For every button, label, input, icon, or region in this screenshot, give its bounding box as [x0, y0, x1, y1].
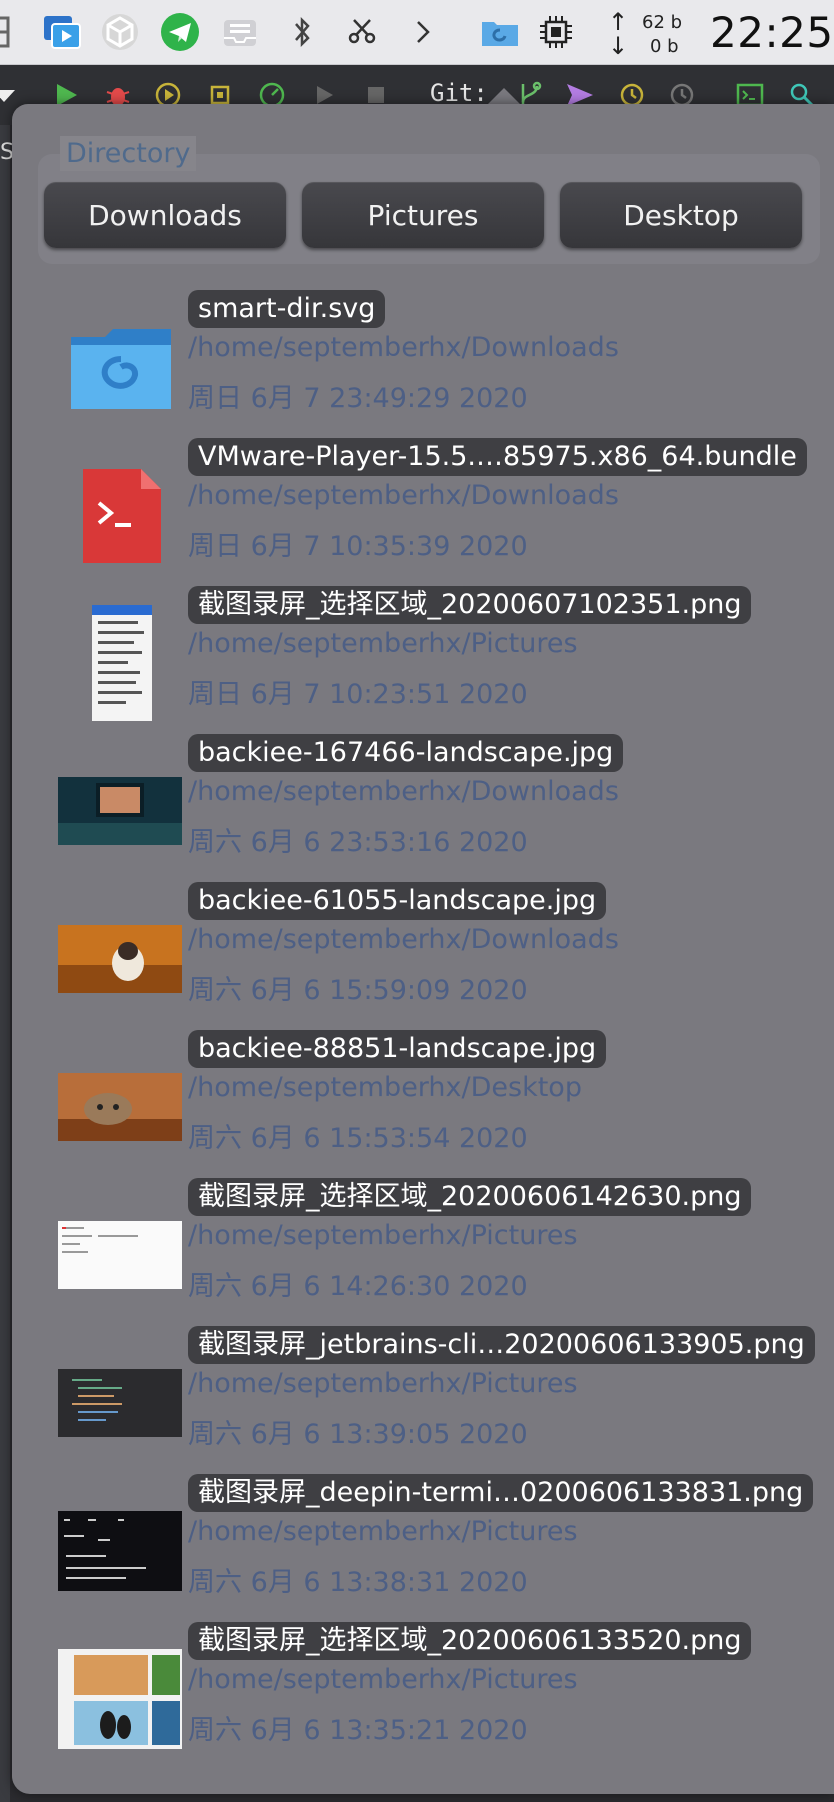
- cube-icon[interactable]: [100, 12, 140, 52]
- grid-icon[interactable]: [0, 12, 16, 52]
- photo-grid-thumb: [56, 1644, 184, 1754]
- file-item[interactable]: 截图录屏_选择区域_20200606142630.png /home/septe…: [12, 1178, 834, 1326]
- upload-rate: 62 b: [642, 12, 683, 33]
- file-date: 周六 6月 6 13:39:05 2020: [188, 1419, 528, 1450]
- file-date: 周日 6月 7 10:23:51 2020: [188, 679, 528, 710]
- file-item[interactable]: 截图录屏_jetbrains-cli…20200606133905.png /h…: [12, 1326, 834, 1474]
- file-date: 周六 6月 6 13:35:21 2020: [188, 1715, 528, 1746]
- popup-arrow: [488, 88, 520, 104]
- ide-thumb: [56, 1348, 184, 1458]
- file-date: 周六 6月 6 15:59:09 2020: [188, 975, 528, 1006]
- file-path: /home/septemberhx/Pictures: [188, 1664, 578, 1695]
- file-name: backiee-61055-landscape.jpg: [188, 882, 607, 920]
- file-name: backiee-88851-landscape.jpg: [188, 1030, 607, 1068]
- file-name: 截图录屏_选择区域_20200606142630.png: [188, 1178, 752, 1216]
- file-name: 截图录屏_选择区域_20200606133520.png: [188, 1622, 752, 1660]
- screen-recorder-icon[interactable]: [42, 12, 82, 52]
- landscape-thumb: [56, 756, 184, 866]
- screenshot-thumb: [58, 605, 186, 721]
- top-panel: ↑ 62 b ↓ 0 b 22:25: [0, 0, 834, 65]
- telegram-icon[interactable]: [160, 12, 200, 52]
- smart-dir-icon[interactable]: [480, 12, 520, 52]
- file-path: /home/septemberhx/Pictures: [188, 628, 578, 659]
- file-item[interactable]: smart-dir.svg /home/septemberhx/Download…: [12, 290, 834, 438]
- file-path: /home/septemberhx/Downloads: [188, 480, 619, 511]
- download-rate: 0 b: [650, 36, 679, 57]
- clock[interactable]: 22:25: [710, 8, 834, 57]
- scissors-icon[interactable]: [342, 12, 382, 52]
- editor-left-strip: [0, 125, 10, 1802]
- file-path: /home/septemberhx/Desktop: [188, 1072, 582, 1103]
- file-name: VMware-Player-15.5.…85975.x86_64.bundle: [188, 438, 807, 476]
- file-path: /home/septemberhx/Pictures: [188, 1220, 578, 1251]
- file-item[interactable]: backiee-61055-landscape.jpg /home/septem…: [12, 882, 834, 1030]
- file-date: 周六 6月 6 23:53:16 2020: [188, 827, 528, 858]
- inbox-icon[interactable]: [220, 12, 260, 52]
- download-arrow-icon: ↓: [608, 32, 629, 60]
- file-path: /home/septemberhx/Downloads: [188, 776, 619, 807]
- file-name: backiee-167466-landscape.jpg: [188, 734, 624, 772]
- smart-dir-popup: Directory Downloads Pictures Desktop sma…: [12, 104, 834, 1794]
- file-path: /home/septemberhx/Pictures: [188, 1516, 578, 1547]
- downloads-button[interactable]: Downloads: [44, 182, 286, 248]
- bluetooth-icon[interactable]: [282, 12, 322, 52]
- file-path: /home/septemberhx/Pictures: [188, 1368, 578, 1399]
- file-item[interactable]: VMware-Player-15.5.…85975.x86_64.bundle …: [12, 438, 834, 586]
- cat-autumn-thumb: [56, 904, 184, 1014]
- file-date: 周日 6月 7 23:49:29 2020: [188, 383, 528, 414]
- folder-icon: [58, 312, 186, 422]
- file-date: 周六 6月 6 15:53:54 2020: [188, 1123, 528, 1154]
- terminal-file-icon: [58, 460, 186, 570]
- document-thumb: [56, 1200, 184, 1310]
- file-item[interactable]: backiee-88851-landscape.jpg /home/septem…: [12, 1030, 834, 1178]
- file-path: /home/septemberhx/Downloads: [188, 924, 619, 955]
- pictures-button[interactable]: Pictures: [302, 182, 544, 248]
- network-speed[interactable]: ↑ 62 b ↓ 0 b: [606, 6, 686, 60]
- directory-title: Directory: [60, 136, 197, 171]
- file-item[interactable]: backiee-167466-landscape.jpg /home/septe…: [12, 734, 834, 882]
- file-item[interactable]: 截图录屏_选择区域_20200607102351.png /home/septe…: [12, 586, 834, 734]
- chip-icon[interactable]: [536, 12, 576, 52]
- terminal-thumb: [56, 1496, 184, 1606]
- file-date: 周六 6月 6 13:38:31 2020: [188, 1567, 528, 1598]
- file-item[interactable]: 截图录屏_deepin-termi…0200606133831.png /hom…: [12, 1474, 834, 1622]
- file-name: 截图录屏_jetbrains-cli…20200606133905.png: [188, 1326, 815, 1364]
- file-date: 周六 6月 6 14:26:30 2020: [188, 1271, 528, 1302]
- file-item[interactable]: 截图录屏_选择区域_20200606133520.png /home/septe…: [12, 1622, 834, 1770]
- file-name: 截图录屏_deepin-termi…0200606133831.png: [188, 1474, 814, 1512]
- file-date: 周日 6月 7 10:35:39 2020: [188, 531, 528, 562]
- desktop-button[interactable]: Desktop: [560, 182, 802, 248]
- git-label: Git:: [430, 79, 488, 107]
- file-path: /home/septemberhx/Downloads: [188, 332, 619, 363]
- file-name: 截图录屏_选择区域_20200607102351.png: [188, 586, 752, 624]
- file-name: smart-dir.svg: [188, 290, 386, 328]
- cat-table-thumb: [56, 1052, 184, 1162]
- chevron-right-icon[interactable]: [402, 12, 442, 52]
